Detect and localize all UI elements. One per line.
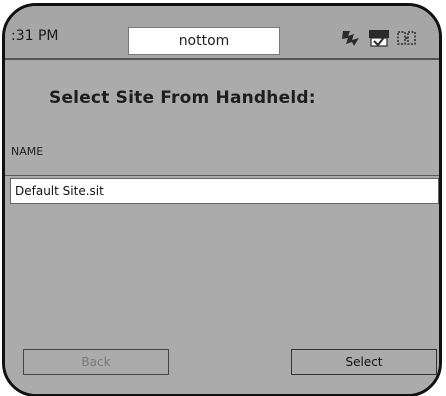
select-button[interactable]: Select [291,349,437,375]
status-bar: :31 PM nottom [5,6,439,60]
column-header-name: NAME [11,145,44,158]
signal-icon[interactable] [396,28,418,48]
status-clock: :31 PM [11,28,59,44]
device-screen: :31 PM nottom Select Site From Handheld:… [2,3,442,396]
message-icon[interactable] [368,28,390,48]
connectivity-icon[interactable] [340,28,362,48]
window-title: nottom [128,27,280,55]
site-selection-panel: Select Site From Handheld: NAME Default … [5,60,439,394]
list-item[interactable]: Default Site.sit [10,178,439,204]
back-button[interactable]: Back [23,349,169,375]
list-divider [5,175,439,176]
page-title: Select Site From Handheld: [49,88,316,108]
